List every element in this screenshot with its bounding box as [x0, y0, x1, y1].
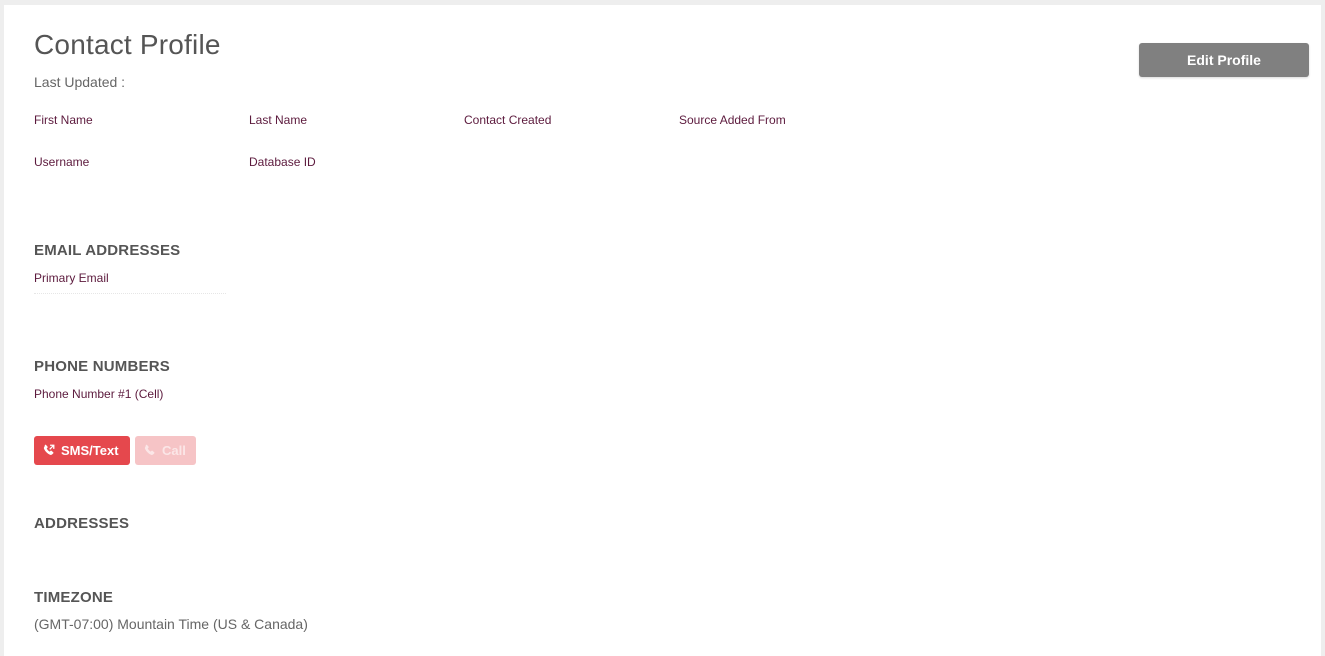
contact-created-label: Contact Created [464, 113, 552, 127]
sms-text-button[interactable]: SMS/Text [34, 436, 130, 465]
phone-forward-icon [43, 444, 55, 455]
contact-profile-panel: Contact Profile Last Updated : Edit Prof… [4, 5, 1321, 656]
source-added-from-label: Source Added From [679, 113, 786, 127]
addresses-heading: ADDRESSES [34, 515, 130, 532]
timezone-heading: TIMEZONE [34, 589, 114, 606]
page-title: Contact Profile [34, 29, 221, 60]
last-updated-label: Last Updated : [34, 74, 126, 90]
call-button-label: Call [162, 443, 186, 458]
username-label: Username [34, 155, 90, 169]
timezone-value: (GMT-07:00) Mountain Time (US & Canada) [34, 616, 308, 632]
last-name-label: Last Name [249, 113, 308, 127]
database-id-label: Database ID [249, 155, 316, 169]
primary-email-label: Primary Email [34, 271, 109, 285]
phone-number-label: Phone Number #1 (Cell) [34, 387, 164, 401]
email-addresses-heading: EMAIL ADDRESSES [34, 242, 181, 259]
phone-numbers-heading: PHONE NUMBERS [34, 358, 170, 375]
first-name-label: First Name [34, 113, 93, 127]
sms-text-button-label: SMS/Text [61, 443, 119, 458]
edit-profile-button[interactable]: Edit Profile [1139, 43, 1309, 77]
primary-email-value [34, 291, 226, 294]
phone-icon [144, 444, 155, 455]
call-button[interactable]: Call [135, 436, 196, 465]
